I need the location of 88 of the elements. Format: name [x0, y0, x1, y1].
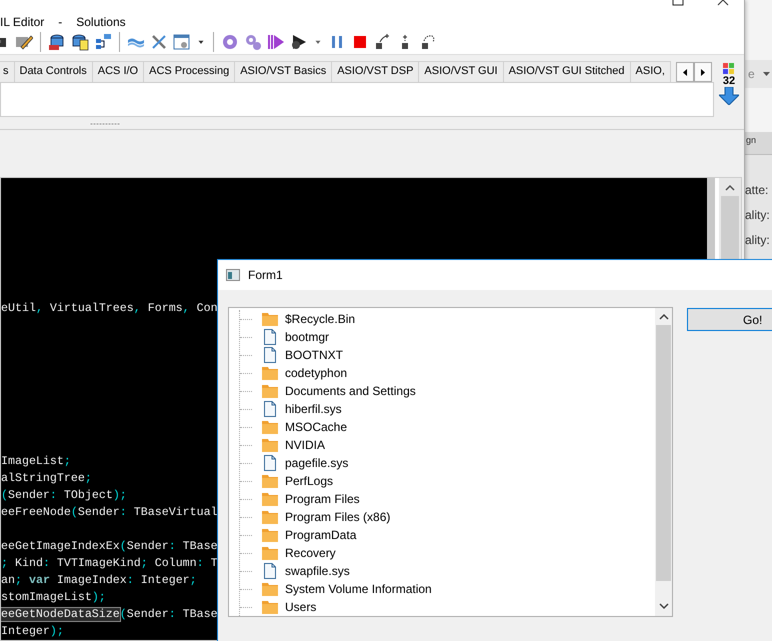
scroll-up-icon[interactable] [725, 184, 735, 192]
tree-item[interactable]: bootmgr [284, 330, 330, 344]
left-arrow-icon [683, 68, 687, 76]
database-icon[interactable] [71, 33, 89, 52]
folder-icon [262, 492, 278, 506]
tree-item[interactable]: NVIDIA [284, 438, 326, 452]
tree-item[interactable]: MSOCache [284, 420, 348, 434]
palette-tab[interactable]: ASIO/VST GUI Stitched [502, 61, 631, 82]
code-line: (Sender: TObject); [1, 488, 127, 504]
code-line: Integer); [1, 624, 64, 640]
code-line: ; Kind: TVTImageKind; Column: T [1, 556, 218, 572]
down-arrow-icon[interactable] [719, 87, 739, 106]
pencil-icon[interactable] [15, 33, 33, 52]
menu-item[interactable]: Solutions [76, 14, 126, 29]
tree-item[interactable]: hiberfil.sys [284, 402, 343, 416]
code-line: stomImageList); [1, 590, 106, 606]
menu-item[interactable]: - [58, 14, 62, 29]
scrollbar[interactable] [655, 308, 672, 616]
column-header[interactable]: gn [745, 132, 772, 155]
palette-tab[interactable]: ACS I/O [92, 61, 144, 82]
window-title: Form1 [248, 268, 283, 282]
tree-item[interactable]: codetyphon [284, 366, 348, 380]
database-icon[interactable] [48, 33, 66, 52]
field-label: ality: [745, 233, 770, 247]
right-arrow-icon [701, 68, 705, 76]
folder-icon [262, 546, 278, 560]
code-line: an; var ImageIndex: Integer; [1, 573, 197, 589]
tree-item[interactable]: Users [284, 600, 318, 614]
gear-icon[interactable] [221, 33, 239, 52]
step-icon[interactable] [374, 33, 392, 52]
field-label: ality: [745, 208, 770, 222]
tree-item[interactable]: swapfile.sys [284, 564, 351, 578]
folder-icon [262, 582, 278, 596]
code-line: ImageList; [1, 454, 71, 470]
menu-item[interactable]: IL Editor [0, 14, 44, 29]
tree-item[interactable]: Documents and Settings [284, 384, 417, 398]
scroll-left-button[interactable] [676, 62, 694, 82]
bitness-label: 32 [722, 75, 736, 88]
scroll-down-icon[interactable] [658, 602, 669, 610]
file-icon [262, 455, 278, 471]
folder-icon [262, 510, 278, 524]
tree-item[interactable]: pagefile.sys [284, 456, 350, 470]
window-gear-icon[interactable] [173, 33, 191, 52]
scroll-up-icon[interactable] [658, 313, 669, 321]
file-tree[interactable] [228, 307, 674, 617]
windows-flag-icon [723, 63, 735, 76]
tree-item[interactable]: $Recycle.Bin [284, 312, 356, 326]
folder-icon [262, 474, 278, 488]
folder-icon [262, 600, 278, 614]
code-line: eeGetImageIndexEx(Sender: TBase [1, 539, 218, 555]
file-icon [262, 401, 278, 417]
tree-item[interactable]: Recovery [284, 546, 337, 560]
palette-tab[interactable]: ASIO/VST GUI [418, 61, 504, 82]
tree-item[interactable]: PerfLogs [284, 474, 334, 488]
folder-icon [262, 420, 278, 434]
folder-icon [262, 438, 278, 452]
gears-icon[interactable] [244, 33, 262, 52]
tree-item[interactable]: System Volume Information [284, 582, 433, 596]
folder-icon [262, 528, 278, 542]
go-button[interactable]: Go! [687, 308, 772, 331]
splitter-grip[interactable] [90, 123, 120, 126]
file-icon [262, 329, 278, 345]
file-icon [262, 347, 278, 363]
palette-tab[interactable]: Data Controls [14, 61, 93, 82]
scroll-right-button[interactable] [694, 62, 712, 82]
play-icon[interactable] [290, 33, 308, 52]
caret-icon[interactable] [762, 72, 770, 76]
scroll-thumb[interactable] [656, 325, 672, 581]
file-icon [262, 563, 278, 579]
code-line: alStringTree; [1, 471, 92, 487]
folder-icon [262, 366, 278, 380]
code-line: eeFreeNode(Sender: TBaseVirtual [1, 505, 218, 521]
window-icon [226, 269, 240, 281]
palette-tab[interactable]: ASIO/VST Basics [234, 61, 332, 82]
palette-tab[interactable]: ASIO, [630, 61, 671, 82]
hierarchy-icon[interactable] [94, 33, 112, 52]
tree-item[interactable]: Program Files (x86) [284, 510, 392, 524]
tree-item[interactable]: BOOTNXT [284, 348, 344, 362]
palette-tab[interactable]: ASIO/VST DSP [331, 61, 420, 82]
field-label: atte: [745, 183, 768, 197]
tree-item[interactable]: Program Files [284, 492, 361, 506]
palette-tab[interactable]: s [0, 61, 14, 82]
folder-icon [262, 312, 278, 326]
folder-icon [262, 384, 278, 398]
tree-item[interactable]: ProgramData [284, 528, 358, 542]
palette-tab[interactable]: ACS Processing [143, 61, 236, 82]
code-line: eUtil, VirtualTrees, Forms, Con [1, 301, 218, 317]
code-line: eeGetNodeDataSize(Sender: TBase [1, 607, 218, 623]
